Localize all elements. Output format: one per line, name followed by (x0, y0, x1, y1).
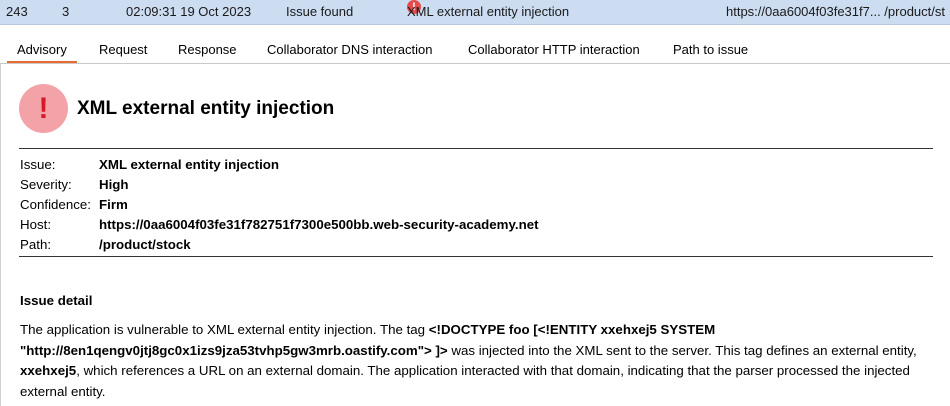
property-value: High (99, 177, 129, 192)
issue-row-selected[interactable]: 243 3 02:09:31 19 Oct 2023 Issue found !… (0, 0, 950, 25)
tab-response[interactable]: Response (168, 36, 247, 63)
issue-detail-text: The application is vulnerable to XML ext… (20, 320, 935, 402)
tab-collaborator-dns[interactable]: Collaborator DNS interaction (257, 36, 442, 63)
property-value: Firm (99, 197, 128, 212)
row-action: Issue found (286, 4, 354, 19)
row-time: 02:09:31 19 Oct 2023 (126, 4, 252, 19)
property-key: Path: (20, 237, 52, 252)
row-id: 243 (6, 4, 28, 19)
property-value: /product/stock (99, 237, 191, 252)
entity-name: xxehxej5 (20, 363, 77, 378)
property-confidence: Confidence: Firm (20, 195, 539, 215)
issue-properties: Issue: XML external entity injection Sev… (20, 155, 539, 255)
detail-text: was injected into the XML sent to the se… (447, 342, 917, 358)
tab-path-to-issue[interactable]: Path to issue (663, 36, 758, 63)
advisory-panel: ! XML external entity injection Issue: X… (0, 64, 950, 406)
property-key: Severity: (20, 177, 72, 192)
row-url: https://0aa6004f03fe31f7... /product/st (726, 4, 945, 19)
advisory-title: XML external entity injection (77, 98, 335, 119)
property-value: https://0aa6004f03fe31f782751f7300e500bb… (99, 217, 539, 232)
property-key: Issue: (20, 157, 56, 172)
property-issue: Issue: XML external entity injection (20, 155, 539, 175)
detail-text: The application is vulnerable to XML ext… (20, 322, 429, 337)
property-value: XML external entity injection (99, 157, 280, 172)
property-host: Host: https://0aa6004f03fe31f782751f7300… (20, 215, 539, 235)
property-key: Confidence: (20, 197, 91, 212)
property-path: Path: /product/stock (20, 235, 539, 255)
tab-collaborator-http[interactable]: Collaborator HTTP interaction (458, 36, 650, 63)
divider (19, 148, 933, 149)
row-task: 3 (62, 4, 70, 19)
detail-text: , which references a URL on an external … (20, 363, 910, 399)
tab-advisory[interactable]: Advisory (7, 36, 77, 63)
property-key: Host: (20, 217, 52, 232)
divider (19, 256, 933, 257)
issue-detail-heading: Issue detail (20, 293, 93, 308)
property-severity: Severity: High (20, 175, 539, 195)
alert-circle-icon: ! (19, 84, 68, 133)
row-issue-label: XML external entity injection (407, 4, 570, 19)
detail-tab-bar: Advisory Request Response Collaborator D… (0, 36, 950, 64)
tab-request[interactable]: Request (89, 36, 157, 63)
